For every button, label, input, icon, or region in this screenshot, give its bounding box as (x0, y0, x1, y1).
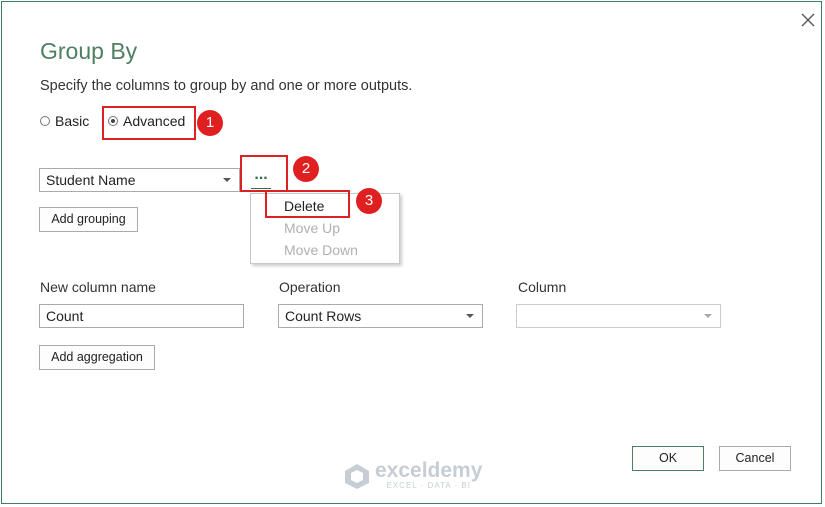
callout-badge-1: 1 (197, 110, 223, 136)
radio-basic[interactable]: Basic (40, 113, 89, 129)
watermark-tagline: EXCEL · DATA · BI (386, 481, 471, 490)
cancel-button[interactable]: Cancel (719, 446, 791, 471)
menu-item-move-up[interactable]: Move Up (284, 220, 340, 236)
callout-more-options (240, 155, 288, 192)
dialog-title: Group By (40, 38, 138, 64)
exceldemy-watermark: exceldemy EXCEL · DATA · BI (343, 459, 483, 490)
callout-advanced (102, 106, 196, 140)
group-by-dialog: Group By Specify the columns to group by… (1, 1, 822, 504)
chevron-down-icon (466, 314, 474, 318)
chevron-down-icon (223, 178, 231, 182)
radio-basic-label: Basic (55, 113, 90, 129)
new-column-name-input[interactable]: Count (39, 304, 244, 328)
chevron-down-icon (704, 314, 712, 318)
add-grouping-button[interactable]: Add grouping (39, 207, 138, 232)
radio-basic-indicator[interactable] (40, 116, 50, 126)
callout-badge-2: 2 (293, 156, 319, 182)
exceldemy-logo-icon (345, 463, 369, 489)
new-column-name-label: New column name (40, 279, 156, 295)
group-column-dropdown[interactable]: Student Name (39, 168, 240, 192)
dialog-subtitle: Specify the columns to group by and one … (40, 78, 413, 94)
callout-delete (265, 190, 350, 218)
menu-item-move-down[interactable]: Move Down (284, 242, 358, 258)
operation-label: Operation (279, 279, 341, 295)
group-column-value: Student Name (46, 172, 136, 188)
column-dropdown[interactable] (516, 304, 721, 328)
watermark-name: exceldemy (375, 459, 483, 482)
add-aggregation-button[interactable]: Add aggregation (39, 345, 155, 370)
column-label: Column (518, 279, 567, 295)
ok-button[interactable]: OK (632, 446, 704, 471)
operation-value: Count Rows (285, 308, 362, 324)
new-column-name-value: Count (46, 308, 84, 324)
operation-dropdown[interactable]: Count Rows (278, 304, 483, 328)
close-icon[interactable] (798, 10, 818, 30)
callout-badge-3: 3 (356, 188, 382, 214)
